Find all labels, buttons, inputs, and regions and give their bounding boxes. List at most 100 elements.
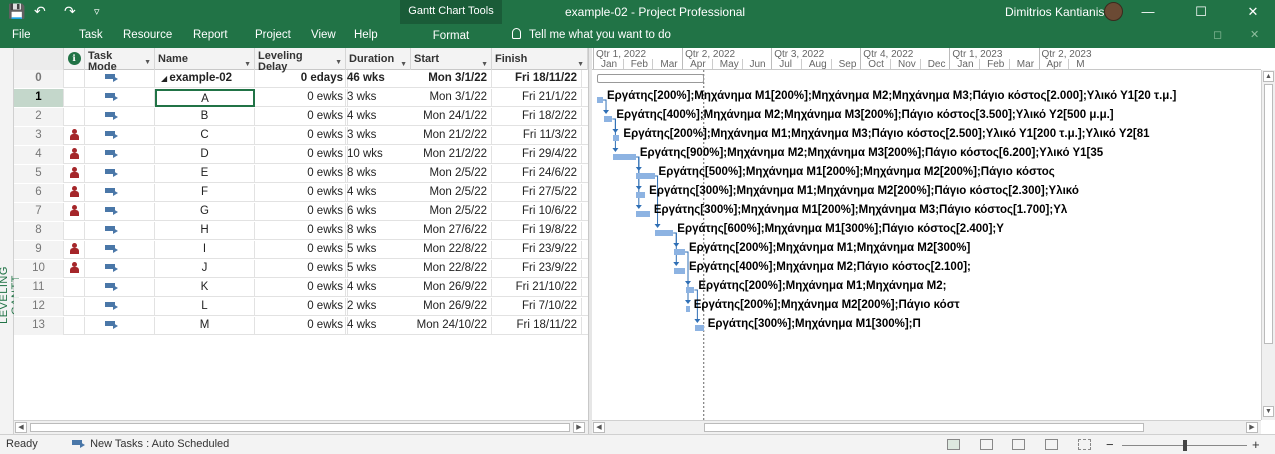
leveling-delay-cell[interactable]: 0 ewks [255, 298, 346, 316]
task-mode-cell[interactable] [85, 70, 155, 88]
task-bar[interactable] [685, 306, 690, 312]
chart-scroll-right-icon[interactable]: ▶ [1246, 422, 1258, 433]
chart-scroll-left-icon[interactable]: ◀ [593, 422, 605, 433]
leveling-delay-cell[interactable]: 0 edays [255, 70, 346, 88]
task-name-cell[interactable]: L [155, 298, 255, 316]
task-name-cell[interactable]: I [155, 241, 255, 259]
start-cell[interactable]: Mon 22/8/22 [411, 241, 492, 259]
task-mode-cell[interactable] [85, 127, 155, 145]
task-mode-dropdown-icon[interactable]: ▼ [144, 57, 151, 68]
task-bar[interactable] [673, 268, 685, 274]
start-cell[interactable]: Mon 24/1/22 [411, 108, 492, 126]
task-bar[interactable] [636, 211, 650, 217]
duration-cell[interactable]: 10 wks [346, 146, 383, 164]
chart-horizontal-scrollbar[interactable]: ◀ ▶ [592, 420, 1261, 434]
gantt-chart[interactable]: Εργάτης[200%];Μηχάνημα Μ1[200%];Μηχάνημα… [592, 70, 1261, 420]
minimize-button[interactable]: — [1133, 2, 1163, 22]
leveling-delay-cell[interactable]: 0 ewks [255, 184, 346, 202]
table-row[interactable]: 13 M 0 ewks 4 wks Mon 24/10/22 Fri 18/11/22 [14, 317, 588, 335]
customize-quick-access-icon[interactable]: ▿ [94, 5, 100, 18]
tab-file[interactable]: File [12, 29, 31, 41]
finish-cell[interactable]: Fri 23/9/22 [492, 260, 582, 278]
row-id[interactable]: 0 [14, 70, 64, 88]
gantt-view-icon[interactable] [947, 439, 960, 450]
duration-cell[interactable]: 4 wks [346, 108, 376, 126]
team-planner-icon[interactable] [1012, 439, 1025, 450]
task-name-cell[interactable]: A [155, 89, 255, 107]
scroll-down-icon[interactable]: ▼ [1263, 406, 1274, 417]
overallocated-person-icon[interactable] [69, 243, 79, 254]
leveling-delay-cell[interactable]: 0 ewks [255, 241, 346, 259]
row-id[interactable]: 10 [14, 260, 64, 278]
leveling-delay-header[interactable]: Leveling Delay ▼ [255, 48, 346, 73]
task-mode-cell[interactable] [85, 184, 155, 202]
table-row[interactable]: 5 E 0 ewks 8 wks Mon 2/5/22 Fri 24/6/22 [14, 165, 588, 183]
tab-task[interactable]: Task [79, 29, 103, 41]
task-bar[interactable] [636, 173, 655, 179]
start-cell[interactable]: Mon 2/5/22 [411, 203, 492, 221]
finish-cell[interactable]: Fri 19/8/22 [492, 222, 582, 240]
select-all-corner[interactable] [14, 48, 64, 70]
table-row[interactable]: 8 H 0 ewks 8 wks Mon 27/6/22 Fri 19/8/22 [14, 222, 588, 240]
leveling-delay-cell[interactable]: 0 ewks [255, 165, 346, 183]
duration-cell[interactable]: 5 wks [346, 241, 376, 259]
task-mode-cell[interactable] [85, 203, 155, 221]
task-bar[interactable] [636, 192, 646, 198]
leveling-delay-cell[interactable]: 0 ewks [255, 317, 346, 335]
vertical-scrollbar[interactable]: ▲ ▼ [1261, 70, 1275, 420]
leveling-delay-cell[interactable]: 0 ewks [255, 146, 346, 164]
name-header[interactable]: Name ▼ [155, 48, 255, 70]
task-bar[interactable] [596, 97, 603, 103]
finish-cell[interactable]: Fri 18/2/22 [492, 108, 582, 126]
start-cell[interactable]: Mon 26/9/22 [411, 279, 492, 297]
table-scroll-thumb[interactable] [30, 423, 570, 432]
close-ribbon-icon[interactable]: ✕ [1250, 28, 1259, 41]
task-name-cell[interactable]: H [155, 222, 255, 240]
finish-cell[interactable]: Fri 27/5/22 [492, 184, 582, 202]
resource-sheet-icon[interactable] [1045, 439, 1058, 450]
table-row[interactable]: 11 K 0 ewks 4 wks Mon 26/9/22 Fri 21/10/22 [14, 279, 588, 297]
duration-cell[interactable]: 2 wks [346, 298, 376, 316]
indicators-header[interactable]: ℹ [64, 48, 85, 70]
start-header[interactable]: Start ▼ [411, 48, 492, 70]
summary-bar[interactable] [596, 74, 704, 83]
finish-cell[interactable]: Fri 7/10/22 [492, 298, 582, 316]
task-name-cell[interactable]: E [155, 165, 255, 183]
task-name-cell[interactable]: M [155, 317, 255, 335]
task-name-cell[interactable]: ◢ example-02 [155, 70, 255, 88]
zoom-out-icon[interactable]: − [1106, 437, 1114, 452]
finish-cell[interactable]: Fri 29/4/22 [492, 146, 582, 164]
task-mode-cell[interactable] [85, 146, 155, 164]
start-cell[interactable]: Mon 2/5/22 [411, 165, 492, 183]
overallocated-person-icon[interactable] [69, 262, 79, 273]
table-row[interactable]: 6 F 0 ewks 4 wks Mon 2/5/22 Fri 27/5/22 [14, 184, 588, 202]
task-name-cell[interactable]: C [155, 127, 255, 145]
leveling-delay-cell[interactable]: 0 ewks [255, 127, 346, 145]
task-bar[interactable] [603, 116, 613, 122]
duration-cell[interactable]: 5 wks [346, 260, 376, 278]
report-icon[interactable] [1078, 439, 1091, 450]
table-row[interactable]: 4 D 0 ewks 10 wks Mon 21/2/22 Fri 29/4/22 [14, 146, 588, 164]
start-cell[interactable]: Mon 2/5/22 [411, 184, 492, 202]
duration-cell[interactable]: 8 wks [346, 165, 376, 183]
row-id[interactable]: 13 [14, 317, 64, 335]
chart-scroll-thumb[interactable] [704, 423, 1144, 432]
overallocated-person-icon[interactable] [69, 205, 79, 216]
table-row[interactable]: 3 C 0 ewks 3 wks Mon 21/2/22 Fri 11/3/22 [14, 127, 588, 145]
scroll-left-icon[interactable]: ◀ [15, 422, 27, 433]
table-row[interactable]: 2 B 0 ewks 4 wks Mon 24/1/22 Fri 18/2/22 [14, 108, 588, 126]
leveling-delay-cell[interactable]: 0 ewks [255, 279, 346, 297]
vertical-scroll-thumb[interactable] [1264, 84, 1273, 344]
duration-cell[interactable]: 4 wks [346, 279, 376, 297]
row-id[interactable]: 1 [14, 89, 64, 107]
task-mode-cell[interactable] [85, 241, 155, 259]
duration-cell[interactable]: 3 wks [346, 89, 376, 107]
row-id[interactable]: 5 [14, 165, 64, 183]
tab-view[interactable]: View [311, 29, 336, 41]
user-name[interactable]: Dimitrios Kantianis [1005, 5, 1104, 19]
duration-cell[interactable]: 4 wks [346, 317, 376, 335]
tab-help[interactable]: Help [354, 29, 378, 41]
redo-icon[interactable]: ↷ [64, 3, 76, 20]
task-bar[interactable] [685, 287, 695, 293]
new-tasks-mode[interactable]: New Tasks : Auto Scheduled [72, 438, 229, 450]
